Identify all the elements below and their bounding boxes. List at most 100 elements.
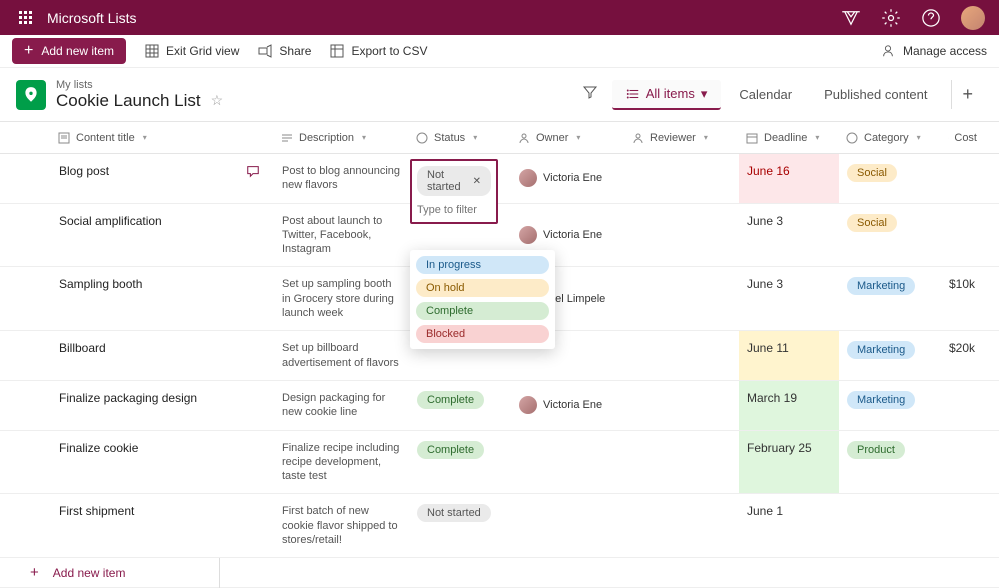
deadline-text: June 3 (747, 277, 783, 291)
owner-name: uel Limpele (549, 293, 605, 305)
manage-access-button[interactable]: Manage access (881, 44, 987, 58)
column-content-title[interactable]: Content title▾ (18, 132, 273, 144)
status-option-onhold[interactable]: On hold (416, 279, 549, 297)
settings-icon[interactable] (881, 8, 901, 28)
rocket-icon (22, 86, 40, 104)
category-pill: Marketing (847, 391, 915, 409)
row-desc: Post about launch to Twitter, Facebook, … (274, 204, 409, 267)
column-status[interactable]: Status▾ (408, 132, 510, 144)
add-new-item-button[interactable]: + Add new item (12, 38, 126, 64)
remove-status-icon[interactable]: ✕ (473, 176, 481, 187)
status-selected-pill[interactable]: Not started ✕ (417, 166, 491, 196)
favorite-star-icon[interactable]: ☆ (211, 92, 224, 109)
text-icon (58, 132, 70, 144)
row-title: First shipment (59, 504, 134, 518)
owner-avatar (519, 169, 537, 187)
chevron-down-icon: ▾ (704, 133, 708, 142)
app-title: Microsoft Lists (47, 10, 136, 26)
status-filter-input[interactable] (417, 202, 491, 218)
row-title: Sampling booth (59, 277, 142, 291)
deadline-text: June 1 (747, 504, 783, 518)
row-title: Billboard (59, 341, 106, 355)
cost-text: $10k (941, 267, 986, 330)
status-option-complete[interactable]: Complete (416, 302, 549, 320)
person-icon (518, 132, 530, 144)
owner-name: Victoria Ene (543, 172, 602, 184)
status-pill[interactable]: Complete (417, 391, 484, 409)
grid-header: Content title▾ Description▾ Status▾ Owne… (0, 122, 999, 154)
exit-grid-view-button[interactable]: Exit Grid view (144, 43, 239, 59)
row-title: Finalize cookie (59, 441, 138, 455)
deadline-text: June 3 (747, 214, 783, 228)
add-new-item-label: Add new item (53, 566, 126, 580)
premium-icon[interactable] (841, 8, 861, 28)
row-desc: Set up billboard advertisement of flavor… (274, 331, 409, 380)
column-reviewer[interactable]: Reviewer▾ (624, 132, 738, 144)
row-title: Social amplification (59, 214, 162, 228)
table-row[interactable]: Finalize packaging design Design packagi… (0, 381, 999, 431)
category-pill: Marketing (847, 277, 915, 295)
add-view-button[interactable]: + (951, 80, 983, 109)
add-new-item-label: Add new item (41, 44, 114, 58)
row-desc: Set up sampling booth in Grocery store d… (274, 267, 409, 330)
view-all-items[interactable]: All items ▾ (612, 80, 722, 110)
avatar[interactable] (961, 6, 985, 30)
calendar-icon (746, 132, 758, 144)
help-icon[interactable] (921, 8, 941, 28)
column-owner[interactable]: Owner▾ (510, 132, 624, 144)
waffle-icon (19, 11, 32, 24)
app-bar: Microsoft Lists (0, 0, 999, 35)
view-published-content[interactable]: Published content (810, 81, 941, 108)
export-csv-button[interactable]: Export to CSV (329, 43, 427, 59)
tag-icon (846, 132, 858, 144)
add-new-item-row[interactable]: + Add new item (0, 558, 999, 588)
chevron-down-icon: ▾ (576, 133, 580, 142)
export-icon (329, 43, 345, 59)
owner-name: Victoria Ene (543, 399, 602, 411)
breadcrumb[interactable]: My lists (56, 79, 223, 91)
share-icon (257, 43, 273, 59)
view-all-items-label: All items (646, 86, 695, 101)
deadline-text: June 16 (747, 164, 790, 178)
status-option-inprogress[interactable]: In progress (416, 256, 549, 274)
column-category[interactable]: Category▾ (838, 132, 940, 144)
table-row[interactable]: Finalize cookie Finalize recipe includin… (0, 431, 999, 495)
export-label: Export to CSV (351, 44, 427, 58)
share-label: Share (279, 44, 311, 58)
row-desc: Post to blog announcing new flavors (274, 154, 409, 203)
list-tile (16, 80, 46, 110)
command-bar: + Add new item Exit Grid view Share Expo… (0, 35, 999, 68)
owner-name: Victoria Ene (543, 229, 602, 241)
grid-icon (144, 43, 160, 59)
column-cost[interactable]: Cost (940, 132, 985, 144)
lines-icon (281, 132, 293, 144)
status-pill[interactable]: Not started (417, 504, 491, 522)
grid: Content title▾ Description▾ Status▾ Owne… (0, 121, 999, 588)
row-desc: Finalize recipe including recipe develop… (274, 431, 409, 494)
chevron-down-icon: ▾ (473, 133, 477, 142)
row-title: Finalize packaging design (59, 391, 197, 405)
grid-body: Blog post Post to blog announcing new fl… (0, 154, 999, 588)
comment-icon[interactable] (246, 164, 260, 178)
table-row[interactable]: First shipment First batch of new cookie… (0, 494, 999, 558)
plus-icon: + (30, 564, 39, 581)
share-button[interactable]: Share (257, 43, 311, 59)
owner-avatar (519, 396, 537, 414)
manage-access-label: Manage access (903, 44, 987, 58)
column-deadline[interactable]: Deadline▾ (738, 132, 838, 144)
chevron-down-icon: ▾ (815, 133, 819, 142)
column-description[interactable]: Description▾ (273, 132, 408, 144)
exit-grid-label: Exit Grid view (166, 44, 239, 58)
category-pill: Social (847, 164, 897, 182)
title-row: My lists Cookie Launch List ☆ All items … (0, 68, 999, 121)
category-pill: Social (847, 214, 897, 232)
status-cell-editor[interactable]: Not started ✕ (410, 159, 498, 224)
filter-icon[interactable] (572, 78, 608, 111)
table-row[interactable]: Blog post Post to blog announcing new fl… (0, 154, 999, 204)
status-pill[interactable]: Complete (417, 441, 484, 459)
app-launcher-button[interactable] (8, 0, 43, 35)
owner-avatar (519, 226, 537, 244)
person-icon (881, 44, 895, 58)
status-option-blocked[interactable]: Blocked (416, 325, 549, 343)
view-calendar[interactable]: Calendar (725, 81, 806, 108)
